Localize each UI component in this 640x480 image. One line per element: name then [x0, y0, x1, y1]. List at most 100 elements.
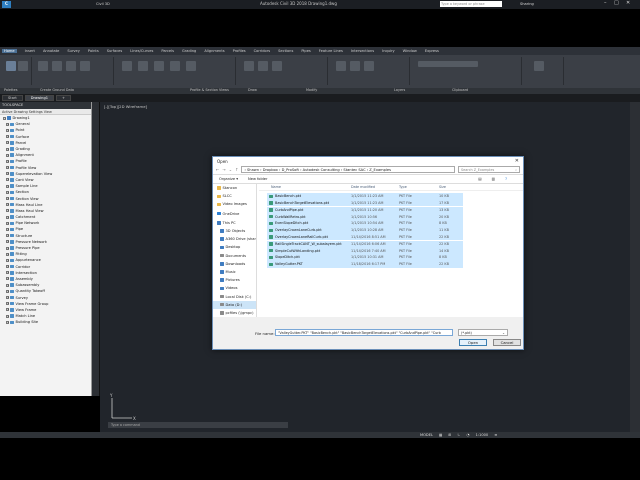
circle-icon[interactable] [272, 61, 282, 71]
ortho-icon[interactable]: ∟ [457, 433, 460, 437]
expand-icon[interactable]: + [6, 135, 9, 139]
nav-item[interactable]: Music [213, 268, 256, 276]
nav-item[interactable]: Videos [213, 284, 256, 292]
nav-item[interactable]: A360 Drive (shar [213, 235, 256, 243]
expand-icon[interactable]: + [6, 215, 9, 219]
ribbon-label-modify[interactable]: Modify [306, 88, 317, 92]
expand-icon[interactable]: + [6, 271, 9, 275]
expand-icon[interactable]: + [6, 308, 9, 312]
corridor-icon[interactable] [154, 61, 164, 71]
ribbon-tab[interactable]: Profiles [233, 49, 246, 53]
new-folder-button[interactable]: New folder [248, 177, 267, 181]
view-options-icon[interactable]: ▤ [478, 177, 481, 181]
column-name[interactable]: Name [271, 185, 281, 189]
expand-icon[interactable]: + [6, 258, 9, 262]
alignment-icon[interactable] [122, 61, 132, 71]
expand-icon[interactable]: + [6, 209, 9, 213]
nav-item[interactable]: Local Disk (C:) [213, 292, 256, 300]
ribbon-tab[interactable]: Surfaces [107, 49, 123, 53]
collapse-icon[interactable]: − [3, 116, 6, 120]
column-type[interactable]: Type [399, 185, 407, 189]
ribbon-label-ground[interactable]: Create Ground Data [40, 88, 74, 92]
expand-icon[interactable]: + [6, 265, 9, 269]
nav-item[interactable]: pcfiles (\\gmpc) [213, 309, 256, 317]
file-row[interactable]: SimpleCutWithLanding.pkt 11/14/2016 7:40 … [267, 247, 463, 254]
properties-icon[interactable] [18, 61, 28, 71]
ribbon-tab[interactable]: Express [425, 49, 439, 53]
nav-item[interactable]: Stancon [213, 184, 256, 192]
ribbon-tab[interactable]: Feature Lines [319, 49, 343, 53]
nav-item[interactable]: 3D Objects [213, 227, 256, 235]
file-row[interactable]: SlopeDitch.pkt 1/1/2015 10:31 AM PKT File 8… [267, 254, 463, 261]
ribbon-label-draw[interactable]: Draw [248, 88, 257, 92]
file-row[interactable]: EvenSlopeDitch.pkt 1/1/2015 10:54 AM PKT F… [267, 220, 463, 227]
right-palette-tabs[interactable] [630, 102, 640, 432]
file-row[interactable]: CurbAndPipe.pkt 1/1/2015 11:20 AM PKT File… [267, 206, 463, 214]
nav-item[interactable]: Data (D:) [213, 300, 256, 309]
ribbon-tab[interactable]: Corridors [254, 49, 270, 53]
ribbon-tab[interactable]: Lines/Curves [130, 49, 153, 53]
expand-icon[interactable]: + [6, 172, 9, 176]
back-arrow-icon[interactable]: ← [216, 167, 219, 172]
expand-icon[interactable]: + [6, 296, 9, 300]
ribbon-tab[interactable]: Points [88, 49, 99, 53]
address-bar[interactable]: › Shawn › Dropbox › D_ProSoft › Autodesk… [241, 166, 455, 173]
nav-item[interactable]: Pictures [213, 276, 256, 284]
file-row[interactable]: OverlayCrownLaneCurb.pkt 1/1/2015 10:28 A… [267, 227, 463, 234]
nav-item[interactable]: Video Images [213, 200, 256, 208]
rotate-icon[interactable] [364, 61, 374, 71]
nav-item[interactable]: OneDrive [213, 210, 256, 218]
ribbon-tab[interactable]: Home [2, 49, 17, 53]
filename-input[interactable]: "ValleyGutter.PKT" "BasicBench.pkt" "Bas… [275, 329, 453, 336]
preview-pane-icon[interactable]: ▥ [492, 177, 495, 181]
nav-item[interactable]: Downloads [213, 260, 256, 268]
forward-arrow-icon[interactable]: → [222, 167, 225, 172]
up-arrow-icon[interactable]: ↑ [235, 167, 238, 172]
close-window-button[interactable]: ✕ [626, 0, 630, 6]
expand-icon[interactable]: + [6, 314, 9, 318]
expand-icon[interactable]: + [6, 302, 9, 306]
file-row[interactable]: BasicBench.pkt 1/1/2015 11:23 AM PKT File 1… [267, 193, 463, 200]
sample-lines-icon[interactable] [170, 61, 180, 71]
workspace-label[interactable]: Civil 3D [96, 2, 110, 6]
ribbon-tab[interactable]: Grading [182, 49, 196, 53]
ribbon-tab[interactable]: Pipes [301, 49, 310, 53]
line-icon[interactable] [244, 61, 254, 71]
layer-dropdown[interactable] [418, 61, 478, 67]
expand-icon[interactable]: + [6, 178, 9, 182]
toolspace-icon[interactable] [6, 61, 16, 71]
viewport-controls[interactable]: [-][Top][2D Wireframe] [104, 104, 147, 109]
tree-item[interactable]: + Building Site [0, 319, 91, 325]
column-date-modified[interactable]: Date modified [351, 185, 375, 189]
ribbon-label-palettes[interactable]: Palettes [4, 88, 18, 92]
ribbon-tab[interactable]: Inquiry [382, 49, 395, 53]
polyline-icon[interactable] [258, 61, 268, 71]
file-row[interactable]: ValleyGutter.PKT 11/18/2016 6:17 PM PKT Fi… [267, 261, 463, 268]
expand-icon[interactable]: + [6, 240, 9, 244]
command-line-input[interactable]: Type a command [108, 422, 288, 428]
expand-icon[interactable]: + [6, 252, 9, 256]
points-icon[interactable] [38, 61, 48, 71]
model-space-toggle[interactable]: MODEL [420, 433, 433, 437]
section-views-icon[interactable] [186, 61, 196, 71]
move-icon[interactable] [336, 61, 346, 71]
recent-dropdown-icon[interactable]: ⌄ [229, 167, 232, 172]
nav-item[interactable]: This PC [213, 219, 256, 227]
expand-icon[interactable]: + [6, 184, 9, 188]
tab-start[interactable]: Start [2, 95, 23, 101]
tab-drawing1[interactable]: Drawing1 [24, 95, 55, 101]
open-button[interactable]: Open [459, 339, 487, 346]
file-row[interactable]: BasicBenchTargetElevations.pkt 1/1/2015 1… [267, 199, 463, 207]
filetype-dropdown[interactable]: (*.pkt) ⌄ [458, 329, 508, 336]
ribbon-label-clipboard[interactable]: Clipboard [452, 88, 468, 92]
maximize-button[interactable]: □ [614, 0, 619, 6]
annotation-scale[interactable]: 1:1000 [476, 433, 489, 437]
nav-item[interactable]: SLCC [213, 192, 256, 200]
minimize-button[interactable]: – [604, 0, 607, 6]
ribbon-label-layers[interactable]: Layers [394, 88, 405, 92]
ribbon-tab[interactable]: Sections [278, 49, 293, 53]
expand-icon[interactable]: + [6, 277, 9, 281]
expand-icon[interactable]: + [6, 234, 9, 238]
toolspace-side-tabs[interactable] [92, 102, 100, 396]
new-tab-button[interactable]: + [56, 95, 72, 101]
